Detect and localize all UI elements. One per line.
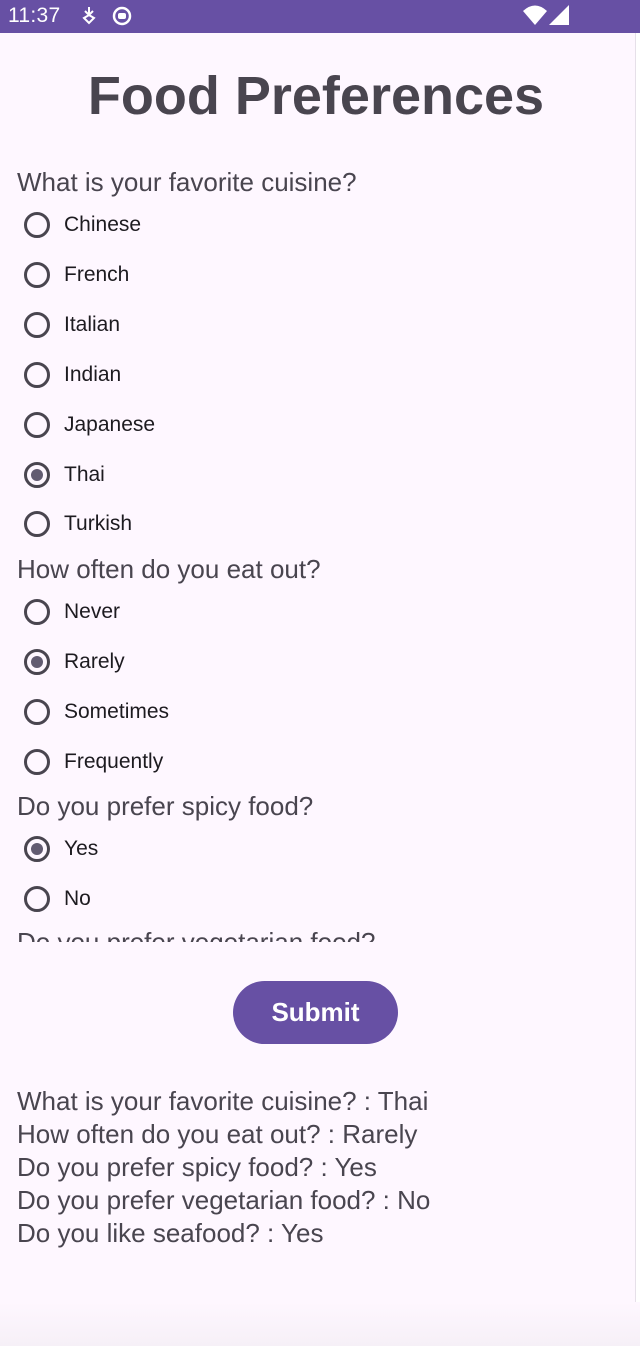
results-summary: What is your favorite cuisine? : Thai Ho… <box>17 1085 617 1250</box>
scrollbar-edge <box>635 33 640 1346</box>
signal-icon <box>548 4 570 26</box>
option-indian[interactable]: Indian <box>24 355 121 395</box>
option-yes[interactable]: Yes <box>24 829 98 869</box>
question-eat-out: How often do you eat out? <box>17 554 321 584</box>
submit-button[interactable]: Submit <box>233 981 398 1044</box>
option-italian[interactable]: Italian <box>24 305 120 345</box>
navigation-bar <box>0 1302 640 1346</box>
radio-button[interactable] <box>24 212 50 238</box>
option-thai[interactable]: Thai <box>24 455 105 495</box>
option-label: Frequently <box>64 750 164 773</box>
screen: 11:37 Food Preferences What is your favo… <box>0 0 640 1346</box>
question-vegetarian-food: Do you prefer vegetarian food? <box>17 927 376 942</box>
status-time: 11:37 <box>8 4 61 27</box>
option-japanese[interactable]: Japanese <box>24 405 155 445</box>
download-icon <box>80 6 100 26</box>
page-title: Food Preferences <box>87 66 545 126</box>
option-label: Indian <box>64 363 122 386</box>
radio-button-selected[interactable] <box>24 836 50 862</box>
question-spicy-food: Do you prefer spicy food? <box>17 791 314 821</box>
radio-button[interactable] <box>24 262 50 288</box>
option-chinese[interactable]: Chinese <box>24 205 141 245</box>
option-label: Italian <box>64 313 121 336</box>
option-label: Thai <box>64 463 105 486</box>
radio-button[interactable] <box>24 362 50 388</box>
option-label: Never <box>64 600 121 623</box>
option-no[interactable]: No <box>24 879 91 919</box>
radio-button[interactable] <box>24 699 50 725</box>
app-icon <box>112 6 132 26</box>
result-line: What is your favorite cuisine? : Thai <box>17 1086 429 1116</box>
option-label: Yes <box>64 837 99 860</box>
radio-button[interactable] <box>24 749 50 775</box>
option-label: Sometimes <box>64 700 170 723</box>
result-line: Do you prefer vegetarian food? : No <box>17 1185 431 1215</box>
result-line: How often do you eat out? : Rarely <box>17 1119 418 1149</box>
option-turkish[interactable]: Turkish <box>24 504 132 544</box>
questions-scroll-area[interactable]: What is your favorite cuisine? Chinese F… <box>0 160 632 942</box>
option-label: French <box>64 263 130 286</box>
option-sometimes[interactable]: Sometimes <box>24 692 169 732</box>
radio-button-selected[interactable] <box>24 649 50 675</box>
result-line: Do you like seafood? : Yes <box>17 1218 324 1248</box>
option-label: Rarely <box>64 650 125 673</box>
option-never[interactable]: Never <box>24 592 120 632</box>
option-label: Japanese <box>64 413 156 436</box>
status-bar: 11:37 <box>0 0 640 33</box>
radio-button[interactable] <box>24 886 50 912</box>
option-label: Turkish <box>64 512 133 535</box>
option-rarely[interactable]: Rarely <box>24 642 125 682</box>
radio-button[interactable] <box>24 312 50 338</box>
option-label: No <box>64 887 91 910</box>
option-label: Chinese <box>64 213 142 236</box>
result-line: Do you prefer spicy food? : Yes <box>17 1152 377 1182</box>
radio-button[interactable] <box>24 599 50 625</box>
wifi-icon <box>522 4 548 26</box>
option-french[interactable]: French <box>24 255 129 295</box>
option-frequently[interactable]: Frequently <box>24 742 163 782</box>
radio-button-selected[interactable] <box>24 462 50 488</box>
question-favorite-cuisine: What is your favorite cuisine? <box>17 167 357 197</box>
radio-button[interactable] <box>24 412 50 438</box>
radio-button[interactable] <box>24 511 50 537</box>
